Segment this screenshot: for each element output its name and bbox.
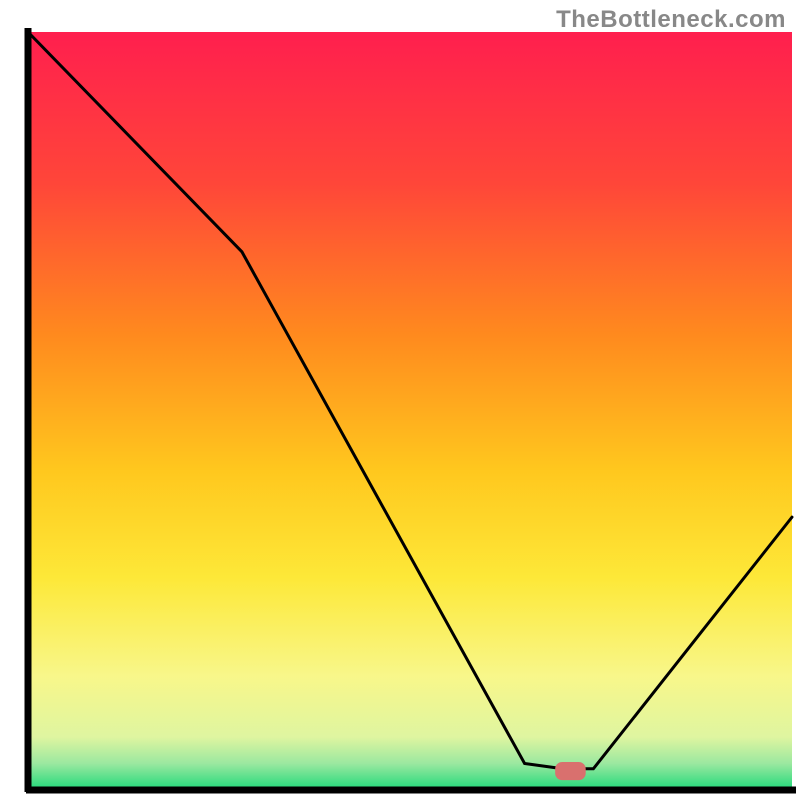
chart-container: TheBottleneck.com xyxy=(0,0,800,800)
watermark-text: TheBottleneck.com xyxy=(556,6,786,34)
plot-background xyxy=(28,32,792,790)
optimal-marker xyxy=(555,762,586,780)
bottleneck-chart xyxy=(0,0,800,800)
